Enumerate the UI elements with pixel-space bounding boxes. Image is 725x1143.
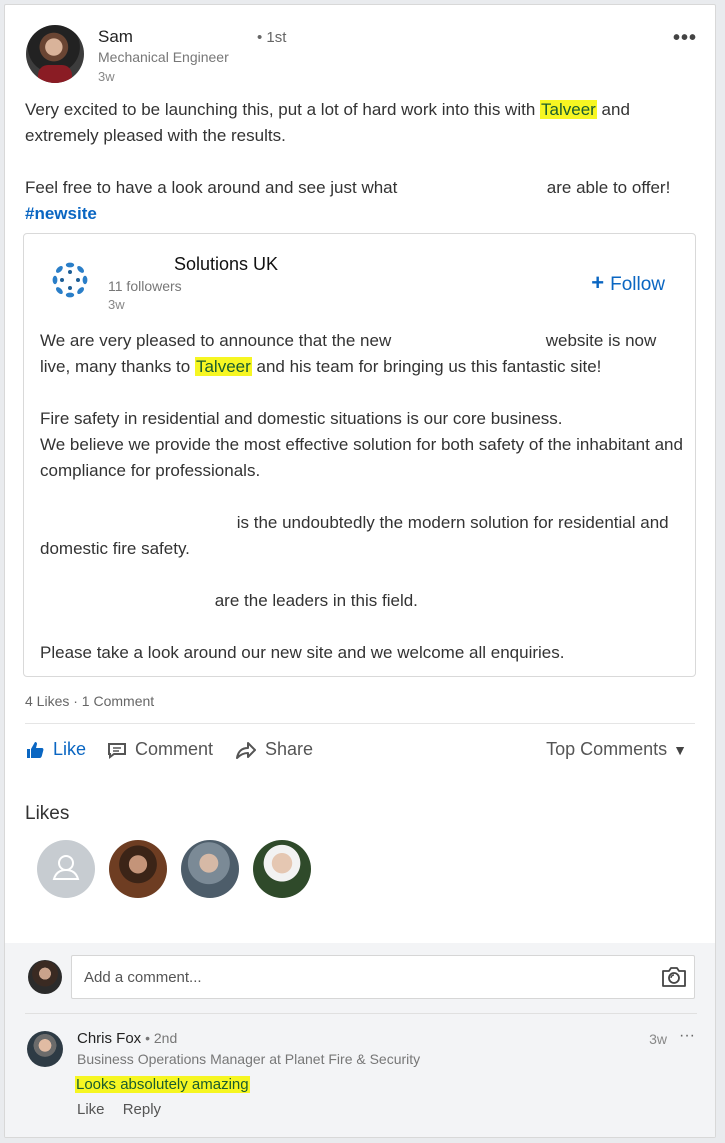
- shared-text-segment: Fire safety in residential and domestic …: [40, 409, 563, 428]
- shared-text-segment: We are very pleased to announce that the…: [40, 331, 396, 350]
- comment-label: Comment: [135, 739, 214, 759]
- post-text-segment: Feel free to have a look around and see …: [25, 178, 403, 197]
- divider: [25, 723, 695, 724]
- shared-text-segment: and his team for bringing us this fantas…: [251, 357, 602, 376]
- comment-text-highlight: Looks absolutely amazing: [75, 1076, 250, 1093]
- sort-label: Top Comments: [546, 739, 668, 759]
- shared-post-body: We are very pleased to announce that the…: [40, 328, 685, 692]
- commenter-headline: Business Operations Manager at Planet Fi…: [77, 1051, 421, 1067]
- post-text-segment: are able to offer!: [542, 178, 671, 197]
- comment-text: Looks absolutely amazing: [75, 1076, 250, 1093]
- commenter-name[interactable]: Chris Fox • 2nd: [77, 1030, 177, 1047]
- mention-highlight[interactable]: Talveer: [540, 100, 597, 119]
- like-button[interactable]: Like: [25, 739, 86, 760]
- post-actions: Like Comment Share Top Comments ▼: [25, 739, 695, 769]
- author-name[interactable]: Sam: [98, 27, 133, 47]
- social-counts[interactable]: 4 Likes · 1 Comment: [25, 693, 154, 709]
- shared-text-segment: are the leaders in this field.: [210, 591, 418, 610]
- mention-highlight[interactable]: Talveer: [194, 357, 252, 376]
- connection-degree: • 1st: [257, 29, 287, 46]
- post-card: Sam • 1st Mechanical Engineer 3w ••• Ver…: [4, 4, 716, 1138]
- company-logo-icon[interactable]: [50, 260, 90, 300]
- post-body: Very excited to be launching this, put a…: [25, 97, 685, 253]
- plus-icon: +: [591, 270, 605, 295]
- comment-reply-button[interactable]: Reply: [123, 1101, 161, 1118]
- post-text-segment: Very excited to be launching this, put a…: [25, 100, 541, 119]
- more-options-icon[interactable]: •••: [673, 27, 697, 50]
- follow-button[interactable]: + Follow: [591, 270, 665, 296]
- person-icon: [52, 855, 80, 880]
- commenter-avatar[interactable]: [27, 1031, 63, 1067]
- liker-avatar[interactable]: [253, 840, 311, 898]
- connection-degree: • 2nd: [141, 1030, 178, 1046]
- share-label: Share: [265, 739, 314, 759]
- share-button[interactable]: Share: [235, 739, 313, 760]
- comment-button[interactable]: Comment: [107, 739, 213, 760]
- divider: [25, 1013, 697, 1014]
- shared-text-segment: is the undoubtedly the modern solution f…: [40, 513, 669, 558]
- follow-label: Follow: [610, 274, 665, 295]
- company-name[interactable]: Solutions UK: [174, 254, 278, 275]
- current-user-avatar: [28, 960, 62, 994]
- liker-avatar[interactable]: [109, 840, 167, 898]
- shared-text-segment: Please take a look around our new site a…: [40, 643, 565, 662]
- like-label: Like: [53, 739, 87, 759]
- comments-section: Chris Fox • 2nd Business Operations Mana…: [5, 943, 715, 1137]
- comment-input[interactable]: [72, 956, 632, 998]
- comment-timestamp: 3w: [649, 1031, 667, 1047]
- likes-heading: Likes: [25, 803, 70, 824]
- author-avatar[interactable]: [26, 25, 84, 83]
- author-headline: Mechanical Engineer: [98, 49, 229, 65]
- comment-sort-dropdown[interactable]: Top Comments ▼: [546, 739, 687, 760]
- shared-timestamp: 3w: [108, 297, 125, 312]
- comment-actions: Like Reply: [77, 1101, 175, 1118]
- caret-down-icon: ▼: [673, 742, 687, 758]
- camera-icon[interactable]: [660, 964, 688, 990]
- share-icon: [236, 741, 256, 759]
- commenter-name-text[interactable]: Chris Fox: [77, 1030, 141, 1047]
- hashtag-link[interactable]: #newsite: [25, 204, 97, 223]
- shared-text-segment: We believe we provide the most effective…: [40, 435, 683, 480]
- shared-post[interactable]: Solutions UK 11 followers 3w + Follow We …: [23, 233, 696, 677]
- liker-avatar-placeholder[interactable]: [37, 840, 95, 898]
- company-followers: 11 followers: [108, 278, 182, 294]
- comment-more-icon[interactable]: ···: [679, 1027, 695, 1045]
- comment-like-button[interactable]: Like: [77, 1101, 105, 1118]
- comment-icon: [108, 742, 126, 759]
- comment-input-box[interactable]: [71, 955, 695, 999]
- post-timestamp: 3w: [98, 69, 115, 84]
- thumbs-up-icon: [27, 741, 44, 758]
- liker-avatar[interactable]: [181, 840, 239, 898]
